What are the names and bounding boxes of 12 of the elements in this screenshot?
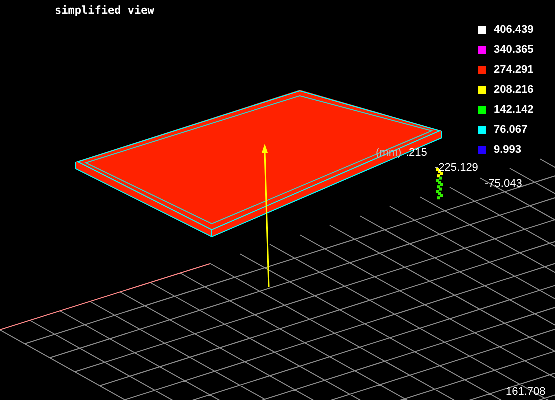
axis-label: -75.043 <box>485 178 522 190</box>
legend-label: 76.067 <box>494 124 528 136</box>
axis-label: 161.708 <box>506 386 546 398</box>
legend-label: 274.291 <box>494 64 534 76</box>
legend-label: 340.365 <box>494 44 534 56</box>
legend-label: 142.142 <box>494 104 534 116</box>
legend-label: 406.439 <box>494 24 534 36</box>
view-title: simplified view <box>55 4 154 17</box>
legend-label: 9.993 <box>494 144 522 156</box>
axis-label: -225.129 <box>435 162 478 174</box>
axis-label: .215 <box>406 147 428 159</box>
legend-label: 208.216 <box>494 84 534 96</box>
